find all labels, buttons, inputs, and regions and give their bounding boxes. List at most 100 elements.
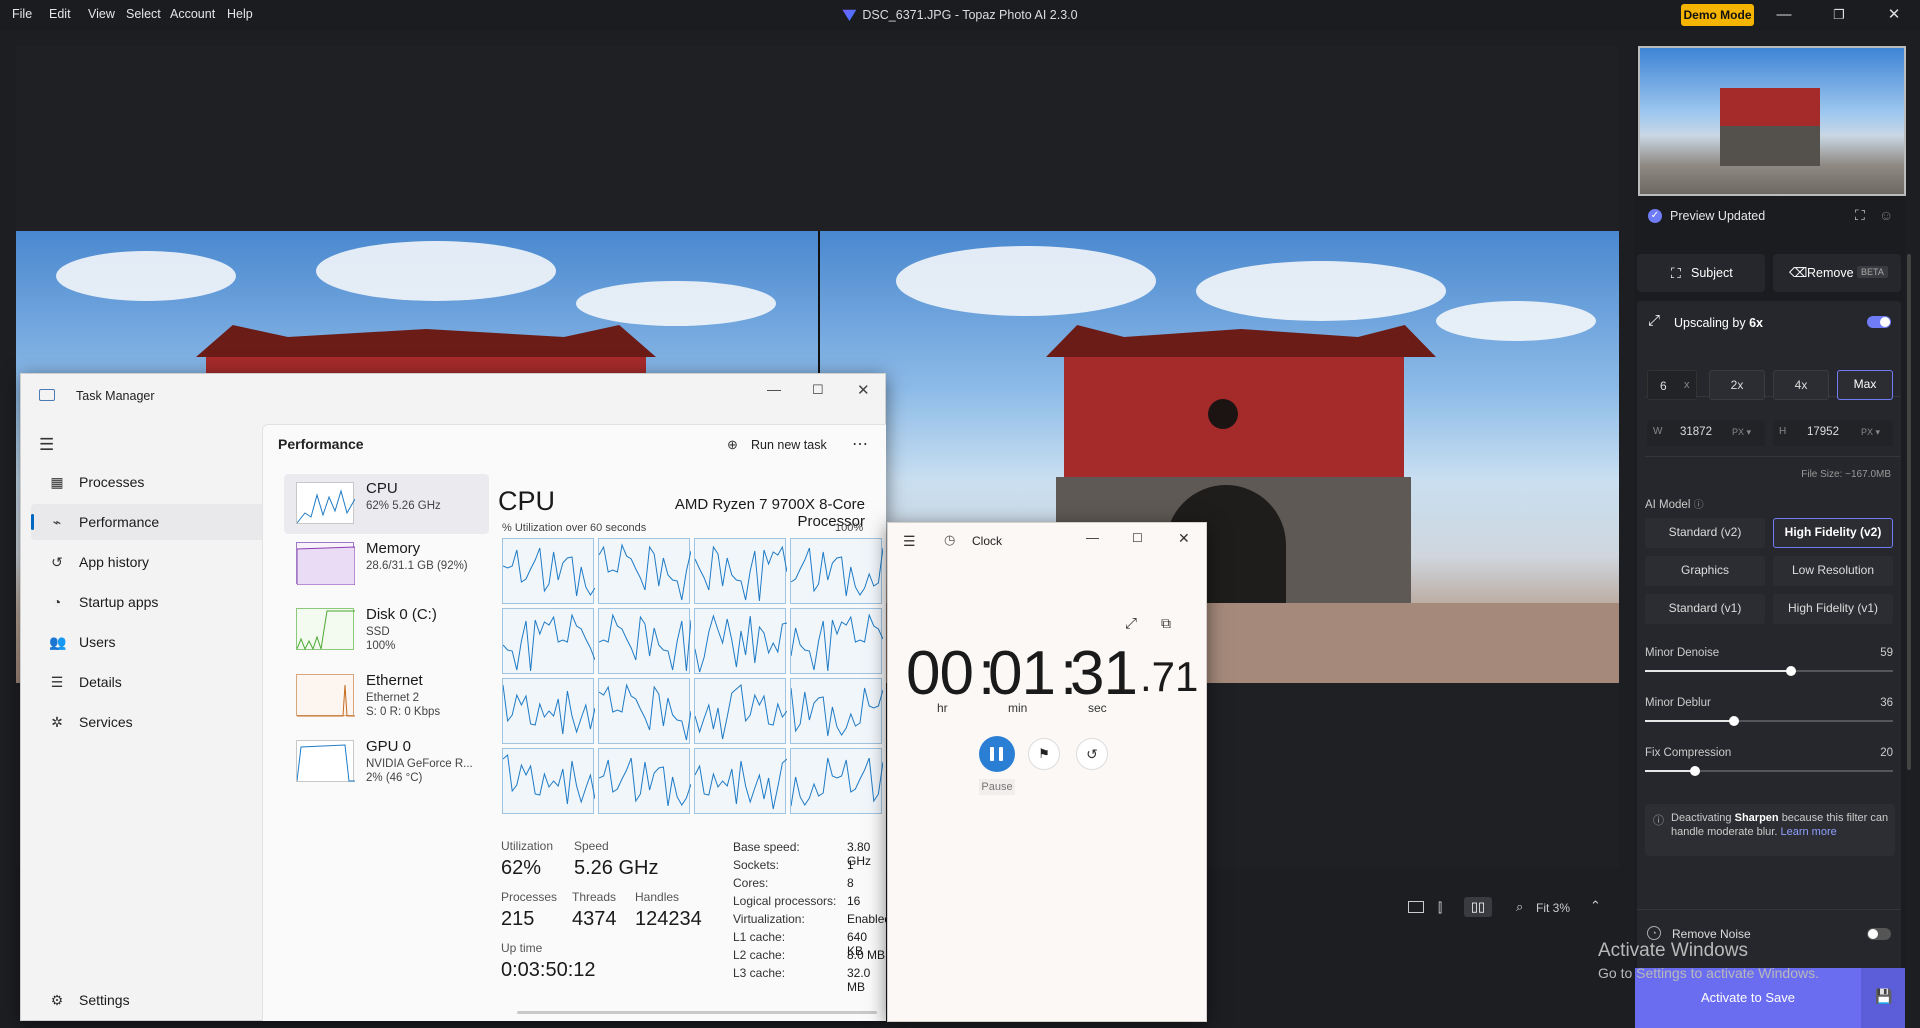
save-options-button[interactable]: 💾 [1861, 968, 1905, 1028]
spec-value: 1 [847, 858, 854, 872]
compression-fill [1645, 770, 1695, 772]
maximize-icon[interactable]: ☐ [812, 382, 824, 398]
cpu-core-graph [598, 748, 692, 814]
hr-label: hr [937, 701, 948, 715]
uptime-value: 0:03:50:12 [501, 959, 596, 981]
close-icon[interactable]: ✕ [1178, 530, 1190, 547]
zoom-icon[interactable]: ⌕ [1516, 899, 1523, 915]
remove-noise-toggle[interactable] [1867, 928, 1891, 940]
scale-2x-button[interactable]: 2x [1709, 370, 1765, 400]
model-graphics[interactable]: Graphics [1645, 556, 1765, 586]
info-icon: ⓘ [1653, 815, 1664, 827]
speed-value: 5.26 GHz [574, 857, 659, 879]
slider-value-denoise: 59 [1880, 647, 1893, 659]
stopwatch-seconds: 31 [1070, 639, 1138, 708]
deblur-fill [1645, 720, 1735, 722]
navigator-thumbnail[interactable] [1638, 46, 1906, 196]
compression-knob[interactable] [1689, 766, 1700, 776]
title-bar: File Edit View Select Account Help DSC_6… [0, 0, 1920, 30]
resource-disk[interactable]: Disk 0 (C:) SSD 100% [284, 600, 489, 660]
stopwatch-fraction: .71 [1140, 653, 1199, 700]
hamburger-icon[interactable]: ☰ [39, 435, 54, 455]
reset-button[interactable]: ↺ [1076, 738, 1108, 770]
spec-value: 16 [847, 894, 861, 908]
spec-key: Cores: [733, 876, 769, 890]
cpu-core-graph [694, 678, 788, 744]
spec-key: L2 cache: [733, 948, 786, 962]
model-high-fidelity-v2[interactable]: High Fidelity (v2) [1773, 518, 1893, 548]
minimize-icon[interactable]: — [767, 381, 781, 397]
model-low-resolution[interactable]: Low Resolution [1773, 556, 1893, 586]
expand-arrows-icon: ⤢ [1648, 312, 1661, 329]
processes-label: Processes [501, 890, 558, 904]
list-icon: ☰ [50, 674, 64, 690]
maximize-icon[interactable]: ☐ [1132, 531, 1143, 545]
topaz-logo-icon [842, 9, 857, 21]
horizontal-scrollbar[interactable] [517, 1011, 877, 1014]
side-by-side-view-icon[interactable]: ▯▯ [1464, 897, 1492, 917]
stopwatch-minutes: 01 [988, 639, 1056, 708]
utilization-value: 62% [501, 857, 542, 879]
crop-icon[interactable]: ⛶ [1855, 207, 1865, 224]
chevron-up-icon[interactable]: ⌃ [1590, 898, 1601, 914]
flag-icon: ⚑ [1038, 746, 1050, 761]
nav-users[interactable]: 👥 Users [31, 624, 267, 660]
subject-frame-icon: ⛶ [1671, 265, 1681, 281]
nav-settings[interactable]: ⚙ Settings [31, 982, 267, 1018]
activate-windows-subtitle: Go to Settings to activate Windows. [1598, 965, 1819, 981]
resource-ethernet[interactable]: Ethernet Ethernet 2 S: 0 R: 0 Kbps [284, 666, 489, 726]
cpu-core-graph [598, 678, 692, 744]
nav-startup-apps[interactable]: ◔ Startup apps [31, 584, 267, 620]
scale-max-button[interactable]: Max [1837, 370, 1893, 400]
cpu-core-graph [598, 538, 692, 604]
resource-memory[interactable]: Memory 28.6/31.1 GB (92%) [284, 534, 489, 594]
utilization-label: Utilization [501, 839, 554, 853]
nav-processes[interactable]: ▦ Processes [31, 464, 267, 500]
nav-details[interactable]: ☰ Details [31, 664, 267, 700]
resource-gpu[interactable]: GPU 0 NVIDIA GeForce R... 2% (46 °C) [284, 732, 489, 792]
restore-icon[interactable]: ❐ [1824, 4, 1854, 26]
model-standard-v1[interactable]: Standard (v1) [1645, 594, 1765, 624]
single-view-icon[interactable] [1408, 901, 1424, 913]
close-icon[interactable]: ✕ [1879, 4, 1909, 26]
pause-button[interactable] [979, 736, 1015, 772]
app-title-text: DSC_6371.JPG - Topaz Photo AI 2.3.0 [862, 8, 1078, 22]
demo-mode-badge[interactable]: Demo Mode [1681, 4, 1754, 26]
hamburger-icon[interactable]: ☰ [903, 533, 916, 550]
face-icon[interactable]: ☺ [1879, 207, 1893, 223]
scale-input[interactable]: 6 x [1647, 370, 1697, 400]
minimize-icon[interactable]: — [1769, 4, 1799, 26]
learn-more-link[interactable]: Learn more [1780, 826, 1836, 838]
model-high-fidelity-v1[interactable]: High Fidelity (v1) [1773, 594, 1893, 624]
zoom-level[interactable]: Fit 3% [1536, 901, 1570, 915]
run-task-icon[interactable]: ⊕ [727, 437, 738, 453]
model-standard-v2[interactable]: Standard (v2) [1645, 518, 1765, 548]
resource-cpu[interactable]: CPU 62% 5.26 GHz [284, 474, 489, 534]
expand-icon[interactable]: ⤢ [1125, 615, 1137, 632]
nav-app-history[interactable]: ↺ App history [31, 544, 267, 580]
subject-button[interactable]: ⛶ Subject [1637, 254, 1765, 292]
height-field[interactable]: H 17952 PX ▾ [1773, 420, 1893, 446]
preview-status: Preview Updated [1670, 209, 1766, 223]
panel-scrollbar[interactable] [1907, 254, 1911, 770]
split-view-icon[interactable]: ⫿ [1438, 900, 1442, 916]
util-max: 100% [835, 522, 864, 534]
uptime-label: Up time [501, 941, 543, 955]
width-field[interactable]: W 31872 PX ▾ [1647, 420, 1765, 446]
upscaling-toggle[interactable] [1867, 316, 1891, 328]
minimize-icon[interactable]: — [1086, 530, 1099, 545]
cpu-core-graph [694, 538, 788, 604]
nav-services[interactable]: ✲ Services [31, 704, 267, 740]
cpu-core-graph [790, 678, 884, 744]
history-icon: ↺ [51, 554, 63, 570]
util-caption: % Utilization over 60 seconds [502, 522, 647, 534]
lap-flag-button[interactable]: ⚑ [1028, 738, 1060, 770]
close-icon[interactable]: ✕ [857, 381, 870, 399]
nav-performance[interactable]: ⌁ Performance [31, 504, 267, 540]
run-new-task-button[interactable]: Run new task [751, 438, 827, 452]
compact-overlay-icon[interactable]: ⧉ [1161, 615, 1171, 632]
remove-button[interactable]: ⌫ Remove BETA [1773, 254, 1901, 292]
cpu-core-graph [502, 678, 596, 744]
scale-4x-button[interactable]: 4x [1773, 370, 1829, 400]
more-options-icon[interactable]: ⋯ [852, 434, 868, 454]
